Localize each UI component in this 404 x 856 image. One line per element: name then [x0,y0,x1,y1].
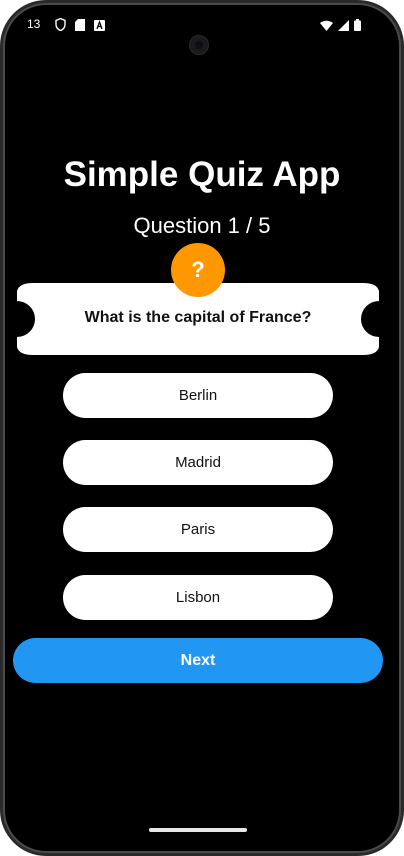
status-time: 13 [27,17,41,31]
answer-label: Lisbon [175,589,221,606]
status-bar: 13 [5,13,399,37]
next-button[interactable]: Next [13,638,383,683]
battery-icon [354,18,361,36]
answer-button-berlin[interactable]: Berlin [63,373,333,418]
answer-label: Madrid [175,454,221,471]
status-left-icons [55,17,105,36]
home-indicator[interactable] [149,828,247,832]
answer-label: Paris [180,521,216,538]
question-counter: Question 1 / 5 [133,213,271,238]
phone-frame: 13 Simple Quiz App Question 1 / 5 What i… [0,0,404,856]
answer-button-madrid[interactable]: Madrid [63,440,333,485]
sd-card-icon [75,18,85,36]
next-button-label: Next [180,651,216,669]
wifi-icon [320,18,333,36]
phone-screen: 13 Simple Quiz App Question 1 / 5 What i… [3,3,401,853]
signal-icon [338,18,349,36]
question-mark-icon: ? [191,257,205,282]
answer-label: Berlin [178,387,218,404]
status-right-icons [320,18,361,36]
page-title: Simple Quiz App [63,155,341,194]
question-mark-badge: ? [171,243,225,297]
answer-button-paris[interactable]: Paris [63,507,333,552]
front-camera [189,35,209,55]
font-icon [94,18,105,36]
answer-button-lisbon[interactable]: Lisbon [63,575,333,620]
shield-icon [55,17,66,36]
question-text: What is the capital of France? [84,309,312,326]
